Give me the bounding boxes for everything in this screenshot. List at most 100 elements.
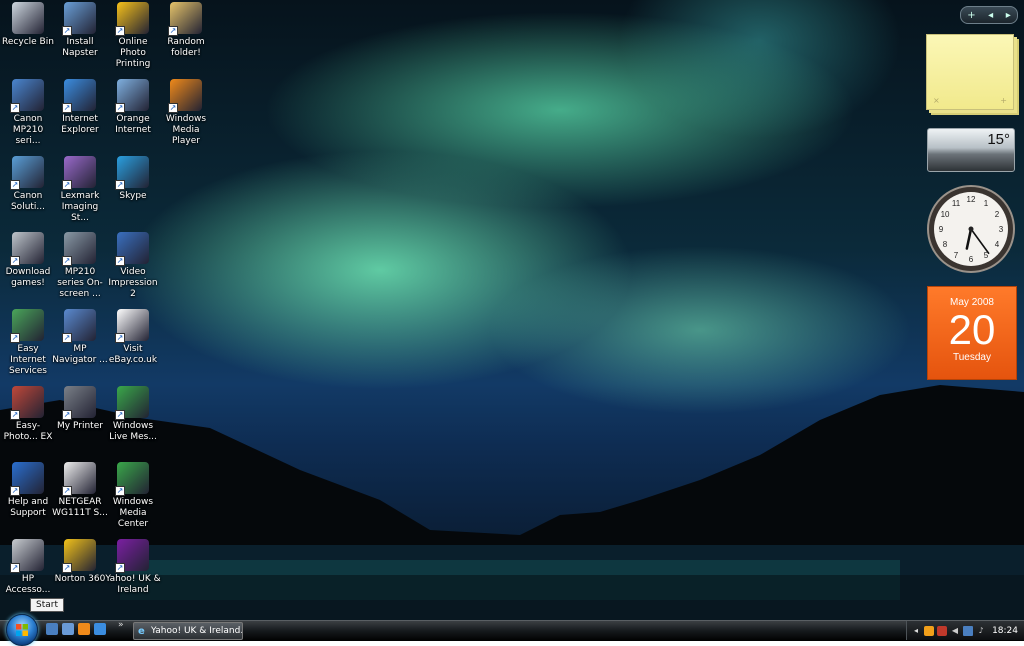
recycle-bin-icon <box>12 2 44 34</box>
desktop-icon-canon-solution[interactable]: ↗ Canon Soluti... <box>0 156 56 213</box>
desktop-icon-install-napster[interactable]: ↗ Install Napster <box>52 2 108 59</box>
desktop-icon-label: Norton 360 <box>54 574 106 584</box>
desktop-icon-easy-internet-services[interactable]: ↗ Easy Internet Services <box>0 309 56 377</box>
desktop-icon-easy-photoprint[interactable]: ↗ Easy-Photo... EX <box>0 386 56 443</box>
desktop-icon-internet-explorer[interactable]: ↗ Internet Explorer <box>52 79 108 136</box>
desktop-icon-download-games[interactable]: ↗ Download games! <box>0 232 56 289</box>
canon-mp210-icon: ↗ <box>10 79 44 113</box>
desktop-icon-label: Random folder! <box>167 37 205 58</box>
desktop-icon-random-folder[interactable]: ↗ Random folder! <box>158 2 214 59</box>
visit-ebay-icon: ↗ <box>115 309 149 343</box>
clock-numeral: 10 <box>941 210 950 219</box>
show-desktop-icon[interactable] <box>46 623 58 635</box>
note-close-icon[interactable]: × <box>933 96 940 105</box>
desktop-icon-my-printer[interactable]: ↗ My Printer <box>52 386 108 432</box>
clock-numeral: 1 <box>984 199 989 208</box>
quick-launch-chevron[interactable]: » <box>118 620 124 630</box>
desktop-icon-online-photo-printing[interactable]: ↗ Online Photo Printing <box>105 2 161 70</box>
desktop-icon-label: Orange Internet <box>115 114 151 135</box>
shortcut-arrow-icon: ↗ <box>62 563 72 573</box>
taskbar-window-label: Yahoo! UK & Ireland... <box>151 626 243 636</box>
tray-volume-icon[interactable]: ◀ <box>950 626 960 636</box>
prev-gadget-button[interactable]: ◂ <box>988 10 993 21</box>
desktop-icon-label: Lexmark Imaging St... <box>60 191 100 223</box>
shortcut-arrow-icon: ↗ <box>115 333 125 343</box>
shortcut-arrow-icon: ↗ <box>10 333 20 343</box>
desktop-icon-windows-live-messenger[interactable]: ↗ Windows Live Mes... <box>105 386 161 443</box>
desktop-icon-mp-navigator[interactable]: ↗ MP Navigator ... <box>52 309 108 366</box>
ie-quick-icon[interactable] <box>94 623 106 635</box>
canon-solution-icon: ↗ <box>10 156 44 190</box>
hp-accessories-icon: ↗ <box>10 539 44 573</box>
desktop-icon-norton-360[interactable]: ↗ Norton 360 <box>52 539 108 585</box>
desktop-icon-skype[interactable]: ↗ Skype <box>105 156 161 202</box>
calendar-gadget[interactable]: May 2008 20 Tuesday <box>927 286 1017 380</box>
desktop-icon-video-impression[interactable]: ↗ Video Impression 2 <box>105 232 161 300</box>
quick-launch <box>46 623 106 635</box>
clock-numeral: 6 <box>969 255 974 264</box>
windows-live-messenger-icon: ↗ <box>115 386 149 420</box>
calendar-day: 20 <box>948 306 996 353</box>
start-button[interactable] <box>6 614 38 646</box>
clock-numeral: 9 <box>939 225 944 234</box>
shortcut-arrow-icon: ↗ <box>115 563 125 573</box>
taskbar-window-yahoo[interactable]: e Yahoo! UK & Ireland... <box>133 622 243 640</box>
next-gadget-button[interactable]: ▸ <box>1006 10 1011 21</box>
tray-speaker-icon[interactable]: ♪ <box>976 626 986 636</box>
switch-windows-icon[interactable] <box>62 623 74 635</box>
windows-media-player-icon: ↗ <box>168 79 202 113</box>
system-tray: ◂ ◀ ♪ 18:24 <box>906 621 1024 640</box>
desktop-icon-visit-ebay[interactable]: ↗ Visit eBay.co.uk <box>105 309 161 366</box>
taskbar-clock[interactable]: 18:24 <box>992 626 1018 636</box>
desktop-icon-label: MP210 series On-screen ... <box>57 267 103 299</box>
shortcut-arrow-icon: ↗ <box>62 103 72 113</box>
tray-network-icon[interactable] <box>963 625 973 636</box>
netgear-icon: ↗ <box>62 462 96 496</box>
desktop-icon-label: Skype <box>119 191 147 201</box>
shortcut-arrow-icon: ↗ <box>10 180 20 190</box>
desktop-icon-yahoo-uk-ireland[interactable]: ↗ Yahoo! UK & Ireland <box>105 539 161 596</box>
desktop-icon-label: Visit eBay.co.uk <box>108 344 158 365</box>
desktop-icon-hp-accessories[interactable]: ↗ HP Accesso... <box>0 539 56 596</box>
desktop-icon-lexmark-imaging[interactable]: ↗ Lexmark Imaging St... <box>52 156 108 224</box>
clock-numeral: 12 <box>967 195 976 204</box>
desktop-icon-recycle-bin[interactable]: Recycle Bin <box>0 2 56 48</box>
desktop-icon-label: HP Accesso... <box>5 574 51 595</box>
desktop-icon-canon-mp210[interactable]: ↗ Canon MP210 seri... <box>0 79 56 147</box>
desktop-icon-windows-media-player[interactable]: ↗ Windows Media Player <box>158 79 214 147</box>
clock-gadget[interactable]: 12 1234567891011 <box>926 184 1016 274</box>
tray-expand-icon[interactable]: ◂ <box>911 626 921 636</box>
weather-temperature: 15° <box>987 131 1010 148</box>
random-folder-icon: ↗ <box>168 2 202 36</box>
desktop-icon-help-and-support[interactable]: ↗ Help and Support <box>0 462 56 519</box>
install-napster-icon: ↗ <box>62 2 96 36</box>
media-player-icon[interactable] <box>78 623 90 635</box>
skype-icon: ↗ <box>115 156 149 190</box>
norton-360-icon: ↗ <box>62 539 96 573</box>
desktop-icon-label: Canon MP210 seri... <box>12 114 44 146</box>
sidebar-controls[interactable]: + ◂ ▸ <box>960 6 1018 24</box>
desktop-icon-netgear[interactable]: ↗ NETGEAR WG111T S... <box>52 462 108 519</box>
desktop-icon-mp210-onscreen[interactable]: ↗ MP210 series On-screen ... <box>52 232 108 300</box>
calendar-weekday: Tuesday <box>953 352 991 363</box>
desktop-icon-orange-internet[interactable]: ↗ Orange Internet <box>105 79 161 136</box>
notes-gadget[interactable]: × + <box>926 34 1014 110</box>
desktop-icon-windows-media-center[interactable]: ↗ Windows Media Center <box>105 462 161 530</box>
mp210-onscreen-icon: ↗ <box>62 232 96 266</box>
tray-norton-icon[interactable] <box>924 625 934 636</box>
desktop-icon-label: MP Navigator ... <box>52 344 108 365</box>
weather-gadget[interactable]: 15° <box>927 128 1015 172</box>
desktop-icon-label: Canon Soluti... <box>10 191 46 212</box>
shortcut-arrow-icon: ↗ <box>115 103 125 113</box>
shortcut-arrow-icon: ↗ <box>115 410 125 420</box>
shortcut-arrow-icon: ↗ <box>10 103 20 113</box>
internet-explorer-icon: ↗ <box>62 79 96 113</box>
clock-numeral: 3 <box>999 225 1004 234</box>
note-add-icon[interactable]: + <box>1000 96 1007 105</box>
clock-numeral: 8 <box>943 240 948 249</box>
tray-security-icon[interactable] <box>937 625 947 636</box>
calendar-rings <box>928 287 1016 293</box>
download-games-icon: ↗ <box>10 232 44 266</box>
shortcut-arrow-icon: ↗ <box>62 333 72 343</box>
add-gadget-button[interactable]: + <box>967 10 975 21</box>
